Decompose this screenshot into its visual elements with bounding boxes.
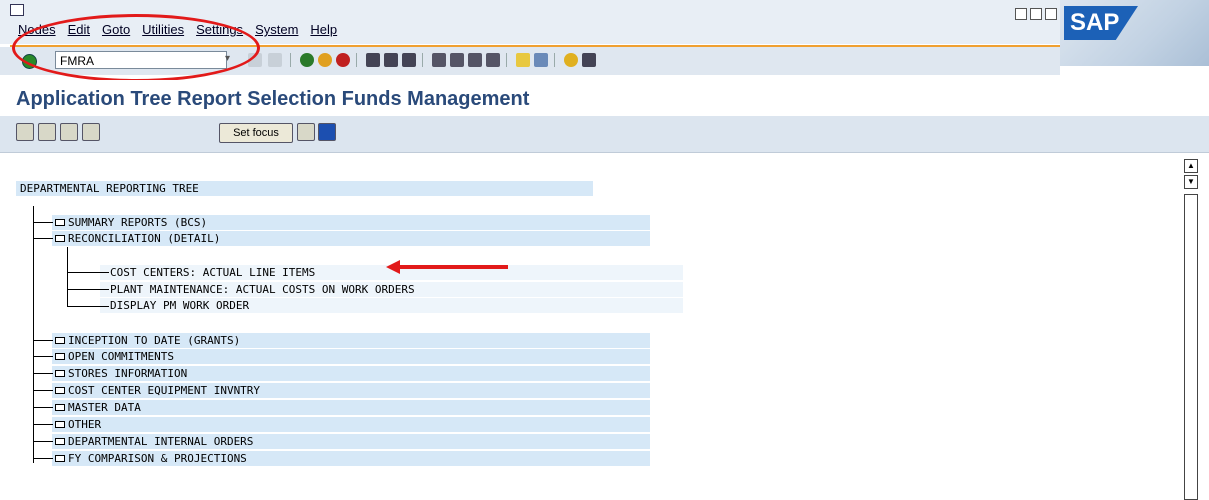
exit-icon[interactable] [318,53,332,67]
tree-branch [33,424,53,425]
maximize-icon[interactable] [1030,8,1042,20]
tree-branch [33,373,53,374]
tree-branch [33,222,53,223]
close-icon[interactable] [1045,8,1057,20]
scroll-down-button[interactable]: ▼ [1184,175,1198,189]
tree-branch [67,272,109,273]
layout-menu-icon[interactable] [582,53,596,67]
tree-leaf[interactable]: PLANT MAINTENANCE: ACTUAL COSTS ON WORK … [110,282,415,297]
tree-node[interactable]: SUMMARY REPORTS (BCS) [68,215,207,230]
separator [290,53,291,67]
menu-system[interactable]: System [255,22,298,37]
sap-logo: SAP [1064,6,1138,40]
tree-leaf[interactable]: DISPLAY PM WORK ORDER [110,298,249,313]
tree-node[interactable]: DEPARTMENTAL INTERNAL ORDERS [68,434,253,449]
expand-folder-icon[interactable] [55,337,65,344]
first-page-icon[interactable] [432,53,446,67]
scroll-up-button[interactable]: ▲ [1184,159,1198,173]
expand-folder-icon[interactable] [55,219,65,226]
back-icon[interactable] [300,53,314,67]
tree-node[interactable]: FY COMPARISON & PROJECTIONS [68,451,247,466]
tree-branch [33,340,53,341]
tree-node[interactable]: MASTER DATA [68,400,141,415]
variant-icon[interactable] [297,123,315,141]
tree-leaf[interactable]: COST CENTERS: ACTUAL LINE ITEMS [110,265,315,280]
tree-branch [33,458,53,459]
menu-help[interactable]: Help [310,22,337,37]
tree-node[interactable]: COST CENTER EQUIPMENT INVNTRY [68,383,260,398]
set-focus-button[interactable]: Set focus [219,123,293,143]
execute-icon[interactable] [16,123,34,141]
expand-folder-icon[interactable] [55,438,65,445]
annotation-circle [12,14,260,82]
tree-node[interactable]: RECONCILIATION (DETAIL) [68,231,220,246]
node-highlight [52,417,650,432]
expand-folder-icon[interactable] [55,404,65,411]
tree-branch [67,289,109,290]
vertical-scrollbar[interactable] [1184,194,1198,500]
shortcut-icon[interactable] [534,53,548,67]
tree-node[interactable]: OPEN COMMITMENTS [68,349,174,364]
window-controls [1015,8,1057,20]
tree-branch [33,441,53,442]
info-icon[interactable] [318,123,336,141]
print-icon[interactable] [366,53,380,67]
tree-branch [33,356,53,357]
save-icon[interactable] [268,53,282,67]
expand-folder-icon[interactable] [55,370,65,377]
previous-page-icon[interactable] [450,53,464,67]
tree-line [67,247,68,307]
expand-folder-icon[interactable] [55,353,65,360]
annotation-arrow [390,265,508,269]
help-icon[interactable] [564,53,578,67]
tree-branch [33,407,53,408]
expand-folder-icon[interactable] [55,421,65,428]
next-page-icon[interactable] [468,53,482,67]
tree-root[interactable]: DEPARTMENTAL REPORTING TREE [20,181,199,196]
cancel-icon[interactable] [336,53,350,67]
node-highlight [52,400,650,415]
tree-node[interactable]: OTHER [68,417,101,432]
last-page-icon[interactable] [486,53,500,67]
select-icon[interactable] [82,123,100,141]
sap-logo-area: SAP [1060,0,1209,66]
system-menu-icon[interactable] [10,4,24,16]
application-toolbar [0,116,1209,153]
new-session-icon[interactable] [516,53,530,67]
separator [422,53,423,67]
tree-branch [33,238,53,239]
tree-branch [67,306,109,307]
tree-branch [33,390,53,391]
separator [506,53,507,67]
collapse-subtree-icon[interactable] [60,123,78,141]
expand-folder-icon[interactable] [55,387,65,394]
tree-node[interactable]: INCEPTION TO DATE (GRANTS) [68,333,240,348]
collapse-folder-icon[interactable] [55,235,65,242]
find-next-icon[interactable] [402,53,416,67]
expand-subtree-icon[interactable] [38,123,56,141]
find-icon[interactable] [384,53,398,67]
separator [356,53,357,67]
tree-node[interactable]: STORES INFORMATION [68,366,187,381]
page-title: Application Tree Report Selection Funds … [16,88,530,110]
expand-folder-icon[interactable] [55,455,65,462]
minimize-icon[interactable] [1015,8,1027,20]
separator [554,53,555,67]
